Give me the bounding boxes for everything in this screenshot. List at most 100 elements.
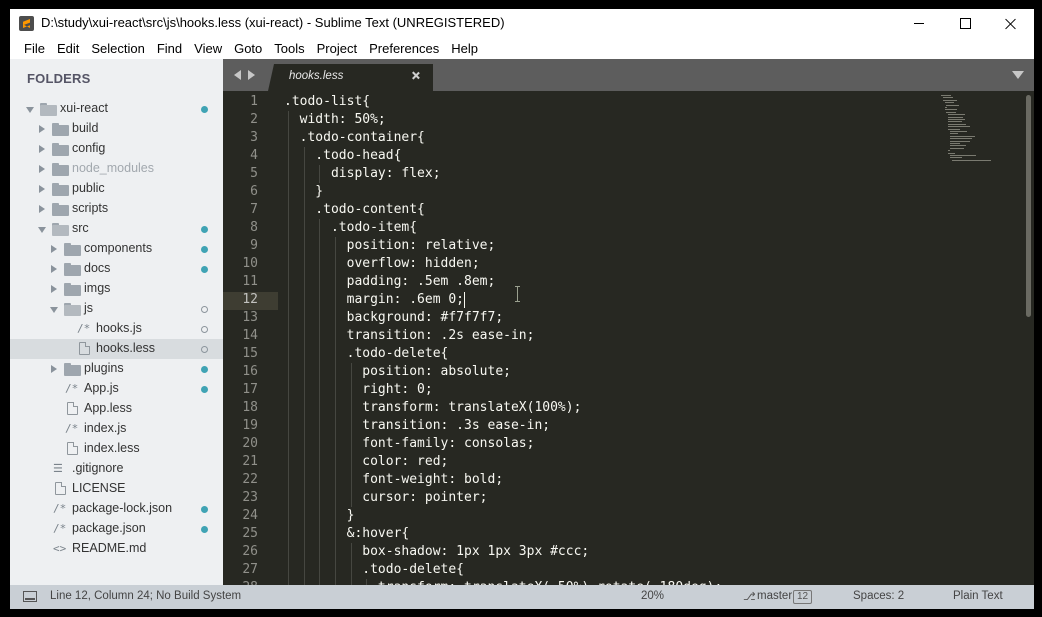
minimap[interactable] bbox=[941, 95, 1021, 175]
chevron-right-icon[interactable] bbox=[51, 285, 57, 293]
chevron-down-icon[interactable] bbox=[26, 107, 34, 113]
chevron-right-icon[interactable] bbox=[51, 265, 57, 273]
code-line[interactable]: .todo-list{ bbox=[284, 93, 370, 111]
code-line[interactable]: font-family: consolas; bbox=[284, 435, 534, 453]
tree-item[interactable]: imgs bbox=[10, 279, 223, 299]
code-line[interactable]: transform: translateX(100%); bbox=[284, 399, 581, 417]
indentation-status[interactable]: Spaces: 2 bbox=[853, 590, 904, 602]
tree-item[interactable]: hooks.less bbox=[10, 339, 223, 359]
code-line[interactable]: .todo-content{ bbox=[284, 201, 425, 219]
tab-hooks-less[interactable]: hooks.less bbox=[268, 64, 433, 91]
chevron-right-icon[interactable] bbox=[39, 185, 45, 193]
chevron-right-icon[interactable] bbox=[39, 145, 45, 153]
code-line[interactable]: transition: .3s ease-in; bbox=[284, 417, 550, 435]
tree-item[interactable]: xui-react bbox=[10, 99, 223, 119]
panel-toggle-icon[interactable] bbox=[23, 591, 37, 602]
tree-item[interactable]: index.less bbox=[10, 439, 223, 459]
code-editor[interactable]: 1 2 3 4 5 6 7 8 9 10 11 12 13 14 15 16 17 18 19 20 21 22 23 24 2… bbox=[223, 91, 1034, 585]
chevron-right-icon[interactable] bbox=[39, 165, 45, 173]
menu-selection[interactable]: Selection bbox=[85, 38, 150, 59]
tree-item[interactable]: <> README.md bbox=[10, 539, 223, 559]
menu-find[interactable]: Find bbox=[151, 38, 188, 59]
tree-item[interactable]: App.less bbox=[10, 399, 223, 419]
menu-tools[interactable]: Tools bbox=[268, 38, 310, 59]
tree-item[interactable]: ☰ .gitignore bbox=[10, 459, 223, 479]
git-branch-status[interactable]: master bbox=[757, 590, 792, 602]
tree-item[interactable]: src bbox=[10, 219, 223, 239]
line-number: 23 bbox=[242, 490, 258, 505]
code-line[interactable]: .todo-delete{ bbox=[284, 561, 464, 579]
tab-close-icon[interactable] bbox=[409, 69, 423, 83]
chevron-down-icon[interactable] bbox=[38, 227, 46, 233]
syntax-status[interactable]: Plain Text bbox=[953, 590, 1003, 602]
tree-item[interactable]: /* package.json bbox=[10, 519, 223, 539]
code-line[interactable]: display: flex; bbox=[284, 165, 441, 183]
close-icon bbox=[1005, 18, 1017, 30]
code-line[interactable]: font-weight: bold; bbox=[284, 471, 503, 489]
tree-item[interactable]: js bbox=[10, 299, 223, 319]
tree-item[interactable]: node_modules bbox=[10, 159, 223, 179]
code-line[interactable]: .todo-head{ bbox=[284, 147, 401, 165]
menu-view[interactable]: View bbox=[188, 38, 228, 59]
tab-dropdown-icon[interactable] bbox=[1012, 71, 1024, 79]
code-line[interactable]: right: 0; bbox=[284, 381, 432, 399]
tree-item[interactable]: plugins bbox=[10, 359, 223, 379]
indent-guide bbox=[319, 291, 321, 309]
indent-guide bbox=[303, 309, 305, 327]
minimap-line bbox=[948, 121, 962, 123]
code-line[interactable]: overflow: hidden; bbox=[284, 255, 480, 273]
code-line[interactable]: position: relative; bbox=[284, 237, 496, 255]
tree-item[interactable]: public bbox=[10, 179, 223, 199]
tree-item[interactable]: /* package-lock.json bbox=[10, 499, 223, 519]
tree-item[interactable]: docs bbox=[10, 259, 223, 279]
tree-item[interactable]: /* index.js bbox=[10, 419, 223, 439]
indent-guide bbox=[319, 219, 321, 237]
code-line[interactable]: padding: .5em .8em; bbox=[284, 273, 496, 291]
chevron-right-icon[interactable] bbox=[51, 245, 57, 253]
menu-project[interactable]: Project bbox=[311, 38, 363, 59]
tree-item[interactable]: /* App.js bbox=[10, 379, 223, 399]
chevron-down-icon[interactable] bbox=[50, 307, 58, 313]
indent-guide bbox=[319, 489, 321, 507]
tree-item[interactable]: /* hooks.js bbox=[10, 319, 223, 339]
code-line[interactable]: box-shadow: 1px 1px 3px #ccc; bbox=[284, 543, 589, 561]
minimize-button[interactable] bbox=[896, 9, 942, 38]
chevron-right-icon[interactable] bbox=[39, 205, 45, 213]
code-line[interactable]: transition: .2s ease-in; bbox=[284, 327, 535, 345]
tree-item[interactable]: config bbox=[10, 139, 223, 159]
tree-item[interactable]: LICENSE bbox=[10, 479, 223, 499]
code-line[interactable]: margin: .6em 0; bbox=[284, 291, 464, 309]
chevron-right-icon[interactable] bbox=[39, 125, 45, 133]
chevron-right-icon[interactable] bbox=[51, 365, 57, 373]
code-line[interactable]: .todo-container{ bbox=[284, 129, 425, 147]
tab-scroll-right-icon[interactable] bbox=[248, 70, 255, 80]
scrollbar-thumb[interactable] bbox=[1026, 95, 1031, 317]
tree-item-label: App.js bbox=[84, 381, 119, 395]
menu-help[interactable]: Help bbox=[445, 38, 484, 59]
code-line[interactable]: color: red; bbox=[284, 453, 448, 471]
line-number: 8 bbox=[250, 220, 258, 235]
tab-scroll-left-icon[interactable] bbox=[234, 70, 241, 80]
menu-preferences[interactable]: Preferences bbox=[363, 38, 445, 59]
code-line[interactable]: width: 50%; bbox=[284, 111, 386, 129]
minimap-line bbox=[941, 95, 951, 96]
code-line[interactable]: background: #f7f7f7; bbox=[284, 309, 504, 327]
tree-item-label: plugins bbox=[84, 361, 124, 375]
tree-item[interactable]: build bbox=[10, 119, 223, 139]
line-number: 6 bbox=[250, 184, 258, 199]
menu-edit[interactable]: Edit bbox=[51, 38, 85, 59]
tree-item-label: package.json bbox=[72, 521, 146, 535]
close-button[interactable] bbox=[988, 9, 1034, 38]
code-line[interactable]: cursor: pointer; bbox=[284, 489, 487, 507]
indent-guide bbox=[288, 291, 289, 309]
code-line[interactable]: position: absolute; bbox=[284, 363, 511, 381]
tree-item[interactable]: components bbox=[10, 239, 223, 259]
file-icon bbox=[67, 402, 78, 415]
code-line[interactable]: .todo-delete{ bbox=[284, 345, 449, 363]
tree-item[interactable]: scripts bbox=[10, 199, 223, 219]
vertical-scrollbar[interactable] bbox=[1023, 91, 1034, 585]
menu-file[interactable]: File bbox=[18, 38, 51, 59]
maximize-button[interactable] bbox=[942, 9, 988, 38]
menu-goto[interactable]: Goto bbox=[228, 38, 268, 59]
title-bar[interactable]: D:\study\xui-react\src\js\hooks.less (xu… bbox=[10, 9, 1034, 38]
